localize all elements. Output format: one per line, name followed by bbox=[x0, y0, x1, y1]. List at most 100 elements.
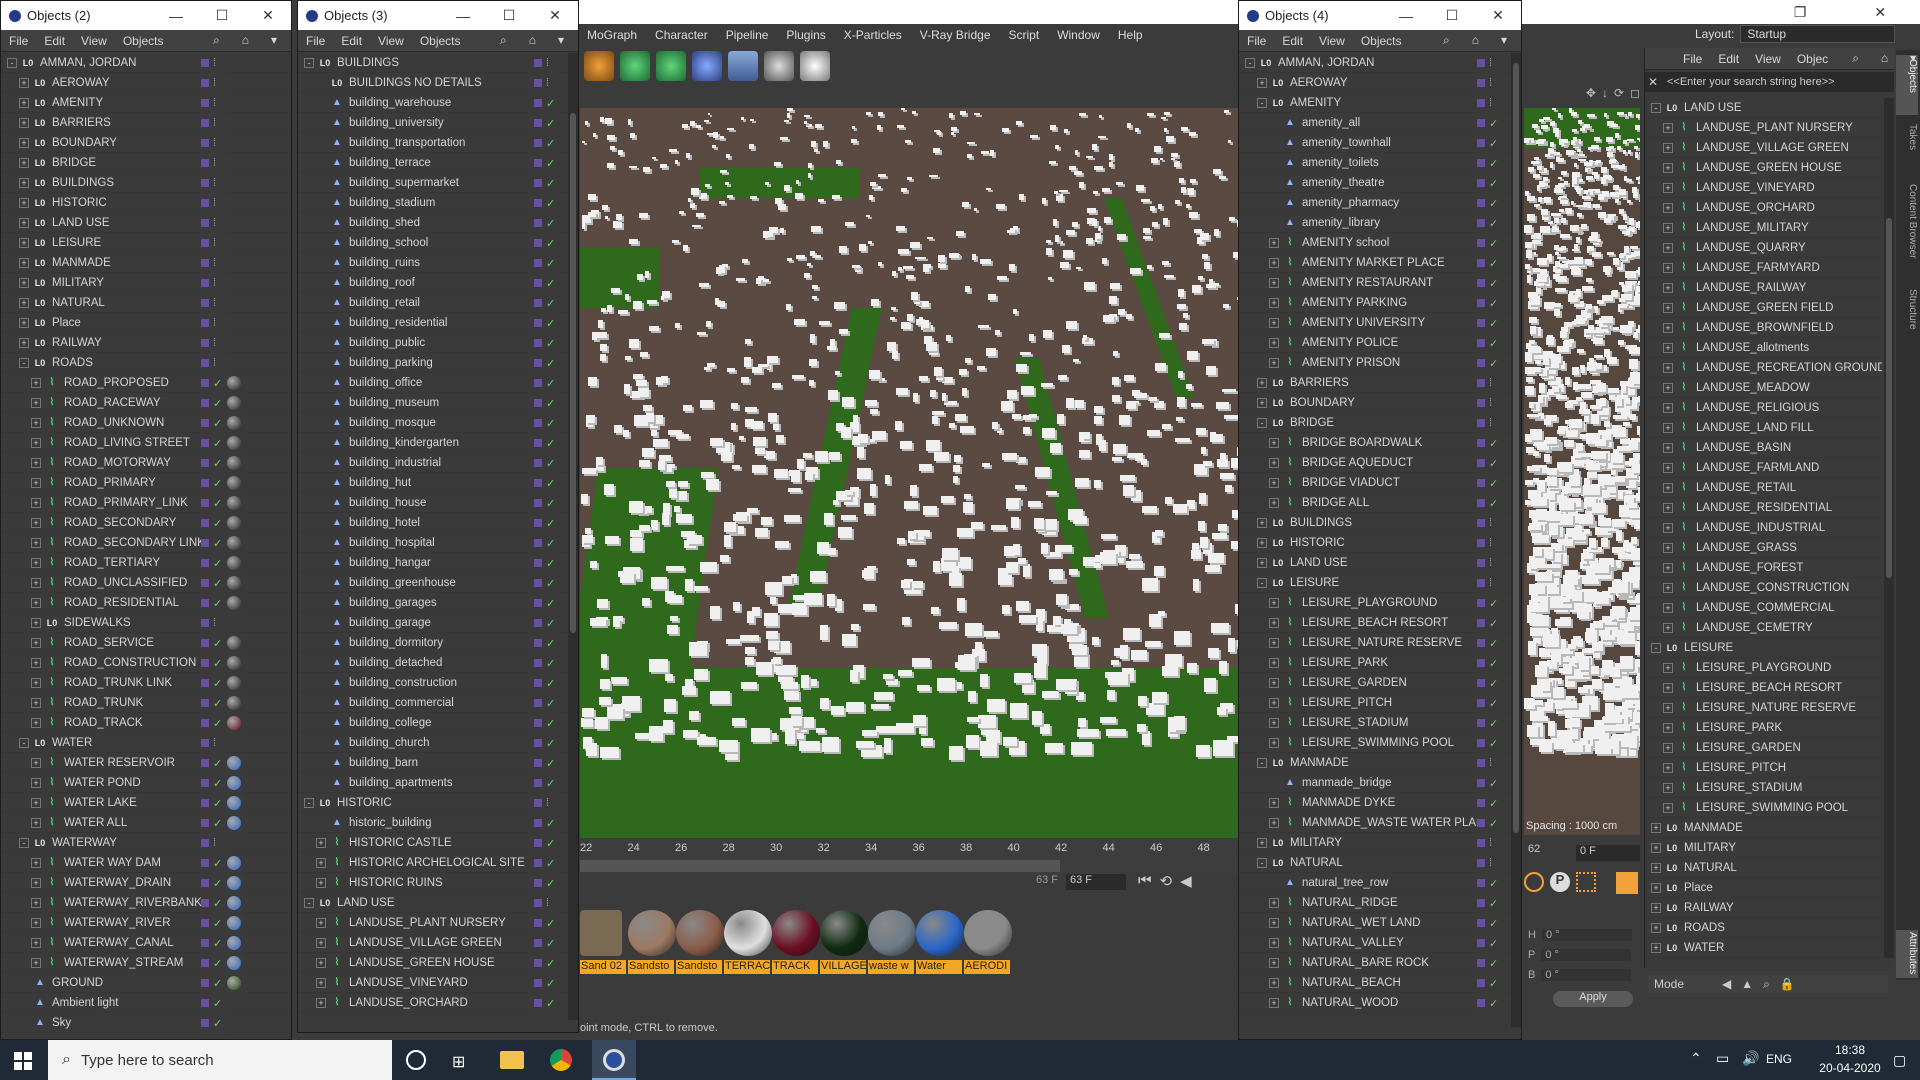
tray-up-icon[interactable]: ⌃ bbox=[1690, 1050, 1702, 1067]
main-menu-item[interactable]: Character bbox=[646, 28, 717, 42]
tree-row[interactable]: -L0LAND USE⁞ bbox=[298, 893, 566, 913]
expand-toggle-icon[interactable]: + bbox=[1269, 237, 1279, 248]
tree-row[interactable]: + ⌇ ROAD_PRIMARY_LINK ✓ bbox=[1, 493, 291, 513]
search-icon[interactable]: ⌕ bbox=[205, 33, 228, 48]
tree-row[interactable]: - L0 NATURAL ⁞ bbox=[1239, 853, 1509, 873]
visibility-dots-icon[interactable]: ⁞ bbox=[213, 837, 223, 849]
tree-row[interactable]: +⌇LANDUSE_MILITARY✓ bbox=[1645, 218, 1882, 238]
tree-row[interactable]: ▲ building_mosque ✓ bbox=[298, 413, 566, 433]
tree-row[interactable]: + ⌇ ROAD_PROPOSED ✓ bbox=[1, 373, 291, 393]
visibility-dots-icon[interactable]: ⁞ bbox=[213, 337, 223, 349]
frame-field-a[interactable]: 63 F bbox=[1012, 874, 1062, 890]
tree-row[interactable]: + ⌇ BRIDGE ALL ✓ bbox=[1239, 493, 1509, 513]
collapse-toggle-icon[interactable]: - bbox=[1245, 57, 1255, 68]
tree-row[interactable]: + ⌇ NATURAL_WOOD ✓ bbox=[1239, 993, 1509, 1013]
close-icon[interactable]: ✕ bbox=[245, 7, 291, 24]
expand-toggle-icon[interactable]: + bbox=[1269, 337, 1279, 348]
material-name[interactable]: AERODI bbox=[964, 960, 1010, 974]
tree-row[interactable]: + ⌇ WATERWAY_RIVER ✓ bbox=[1, 913, 291, 933]
tree-row[interactable]: + ⌇ WATER ALL ✓ bbox=[1, 813, 291, 833]
tree-row[interactable]: ▲ building_barn ✓ bbox=[298, 753, 566, 773]
enabled-check-icon[interactable]: ✓ bbox=[546, 917, 556, 930]
main-menu-item[interactable]: Help bbox=[1109, 28, 1152, 42]
tree-row[interactable]: + ⌇ WATER LAKE ✓ bbox=[1, 793, 291, 813]
expand-toggle-icon[interactable]: + bbox=[1663, 602, 1673, 613]
visibility-dots-icon[interactable]: ⁞ bbox=[1489, 577, 1499, 589]
enabled-check-icon[interactable]: ✓ bbox=[1489, 937, 1499, 950]
enabled-check-icon[interactable]: ✓ bbox=[213, 717, 223, 730]
tree-row[interactable]: + ⌇ ROAD_SECONDARY ✓ bbox=[1, 513, 291, 533]
material-name[interactable]: TERRAC bbox=[724, 960, 770, 974]
material-swatch[interactable] bbox=[676, 910, 724, 956]
tree-row[interactable]: ▲ Sky ✓ bbox=[1, 1013, 291, 1033]
expand-toggle-icon[interactable]: + bbox=[19, 257, 29, 268]
timeline-scrub-bar[interactable] bbox=[580, 860, 1060, 872]
tree-row[interactable]: +⌇LEISURE_NATURE RESERVE✓ bbox=[1239, 633, 1509, 653]
visibility-dots-icon[interactable]: ⁞ bbox=[213, 237, 223, 249]
minimize-icon[interactable]: — bbox=[153, 8, 199, 24]
expand-toggle-icon[interactable]: + bbox=[1269, 917, 1279, 928]
tree-row[interactable]: + ⌇ WATER POND ✓ bbox=[1, 773, 291, 793]
expand-toggle-icon[interactable]: + bbox=[1269, 297, 1279, 308]
maximize-icon[interactable]: ☐ bbox=[199, 7, 245, 24]
expand-toggle-icon[interactable]: + bbox=[31, 637, 41, 648]
render-grid-icon[interactable] bbox=[1576, 872, 1596, 892]
enabled-check-icon[interactable]: ✓ bbox=[1489, 997, 1499, 1010]
menu-item[interactable]: Objects bbox=[115, 34, 172, 48]
expand-toggle-icon[interactable]: + bbox=[31, 597, 41, 608]
expand-toggle-icon[interactable]: + bbox=[1257, 77, 1267, 88]
visibility-dots-icon[interactable]: ⁞ bbox=[213, 357, 223, 369]
enabled-check-icon[interactable]: ✓ bbox=[213, 677, 223, 690]
tree-row[interactable]: + L0 BUILDINGS ⁞ bbox=[1, 173, 291, 193]
tree-row[interactable]: - L0 AMENITY ⁞ bbox=[1239, 93, 1509, 113]
enabled-check-icon[interactable]: ✓ bbox=[213, 457, 223, 470]
tree-row[interactable]: +L0MILITARY⁞ bbox=[1239, 833, 1509, 853]
enabled-check-icon[interactable]: ✓ bbox=[546, 977, 556, 990]
enabled-check-icon[interactable]: ✓ bbox=[1489, 617, 1499, 630]
tree-row[interactable]: +⌇LANDUSE_BROWNFIELD✓ bbox=[1645, 318, 1882, 338]
tree-row[interactable]: + L0 HISTORIC ⁞ bbox=[1, 193, 291, 213]
tree-row[interactable]: + ⌇ AMENITY PARKING ✓ bbox=[1239, 293, 1509, 313]
expand-toggle-icon[interactable]: + bbox=[1269, 597, 1279, 608]
expand-toggle-icon[interactable]: + bbox=[1269, 677, 1279, 688]
enabled-check-icon[interactable]: ✓ bbox=[1489, 317, 1499, 330]
om-scrollbar[interactable] bbox=[568, 53, 578, 1020]
menu-item[interactable]: View bbox=[1311, 34, 1353, 48]
tree-row[interactable]: ▲ building_transportation ✓ bbox=[298, 133, 566, 153]
expand-toggle-icon[interactable]: + bbox=[1269, 257, 1279, 268]
tree-row[interactable]: + ⌇ AMENITY RESTAURANT ✓ bbox=[1239, 273, 1509, 293]
expand-toggle-icon[interactable]: + bbox=[31, 497, 41, 508]
material-tag-icon[interactable] bbox=[227, 856, 241, 870]
tree-row[interactable]: ▲ building_garage ✓ bbox=[298, 613, 566, 633]
expand-toggle-icon[interactable]: + bbox=[31, 557, 41, 568]
tree-row[interactable]: - L0 AMMAN, JORDAN ⁞ bbox=[1, 53, 291, 73]
expand-toggle-icon[interactable]: + bbox=[19, 317, 29, 328]
material-tag-icon[interactable] bbox=[227, 676, 241, 690]
tree-row[interactable]: + ⌇ AMENITY POLICE ✓ bbox=[1239, 333, 1509, 353]
tree-row[interactable]: ▲ building_warehouse ✓ bbox=[298, 93, 566, 113]
expand-toggle-icon[interactable]: + bbox=[19, 137, 29, 148]
expand-toggle-icon[interactable]: + bbox=[1663, 122, 1673, 133]
enabled-check-icon[interactable]: ✓ bbox=[546, 337, 556, 350]
enabled-check-icon[interactable]: ✓ bbox=[546, 937, 556, 950]
tree-row[interactable]: +⌇LANDUSE_ORCHARD✓ bbox=[298, 993, 566, 1013]
expand-toggle-icon[interactable]: + bbox=[1663, 802, 1673, 813]
visibility-dots-icon[interactable]: ⁞ bbox=[213, 737, 223, 749]
expand-toggle-icon[interactable]: + bbox=[31, 857, 41, 868]
expand-toggle-icon[interactable]: + bbox=[1663, 182, 1673, 193]
loop-icon[interactable]: ⟲ bbox=[1160, 872, 1173, 894]
enabled-check-icon[interactable]: ✓ bbox=[546, 657, 556, 670]
tree-row[interactable]: + ⌇ ROAD_RESIDENTIAL ✓ bbox=[1, 593, 291, 613]
tree-row[interactable]: + ⌇ HISTORIC ARCHELOGICAL SITE ✓ bbox=[298, 853, 566, 873]
tree-row[interactable]: + ⌇ ROAD_PRIMARY ✓ bbox=[1, 473, 291, 493]
right-om-scrollbar[interactable] bbox=[1884, 98, 1894, 958]
render-view-icon[interactable]: P bbox=[1550, 872, 1570, 892]
tree-row[interactable]: +⌇LANDUSE_RELIGIOUS✓ bbox=[1645, 398, 1882, 418]
tree-row[interactable]: +L0RAILWAY⁞ bbox=[1645, 898, 1882, 918]
enabled-check-icon[interactable]: ✓ bbox=[546, 437, 556, 450]
tree-row[interactable]: -L0LAND USE⁞ bbox=[1645, 98, 1882, 118]
visibility-dots-icon[interactable]: ⁞ bbox=[546, 797, 556, 809]
enabled-check-icon[interactable]: ✓ bbox=[213, 817, 223, 830]
enabled-check-icon[interactable]: ✓ bbox=[546, 177, 556, 190]
tree-row[interactable]: ▲ building_museum ✓ bbox=[298, 393, 566, 413]
